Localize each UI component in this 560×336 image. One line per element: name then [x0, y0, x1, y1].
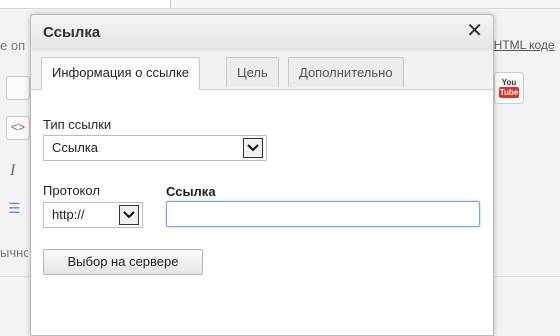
- youtube-button[interactable]: You Tube: [494, 72, 524, 104]
- chevron-down-icon: [243, 138, 263, 158]
- url-label: Ссылка: [166, 184, 216, 199]
- protocol-select[interactable]: http://: [43, 202, 143, 228]
- dialog-title: Ссылка: [43, 24, 101, 41]
- tab-bar: Информация о ссылке Цель Дополнительно: [31, 51, 493, 90]
- youtube-icon: You Tube: [499, 78, 519, 98]
- browse-server-button[interactable]: Выбор на сервере: [43, 249, 203, 275]
- editor-tab[interactable]: [0, 0, 171, 8]
- list-icon[interactable]: ☰: [8, 200, 21, 217]
- link-dialog: Ссылка ✕ Информация о ссылке Цель Дополн…: [30, 14, 494, 336]
- link-type-label: Тип ссылки: [43, 117, 112, 132]
- tab-target[interactable]: Цель: [226, 57, 279, 87]
- protocol-label: Протокол: [43, 183, 100, 198]
- url-input[interactable]: [166, 201, 480, 227]
- toolbar-image-button[interactable]: [6, 76, 30, 100]
- dialog-header[interactable]: Ссылка ✕: [31, 15, 493, 52]
- italic-icon[interactable]: I: [10, 162, 15, 180]
- link-type-select[interactable]: Ссылка: [43, 135, 267, 161]
- link-type-value: Ссылка: [52, 140, 99, 155]
- toolbar-source-button[interactable]: <>: [6, 116, 30, 140]
- chevron-down-icon: [119, 205, 139, 225]
- tab-advanced[interactable]: Дополнительно: [288, 57, 404, 87]
- close-icon[interactable]: ✕: [466, 20, 483, 42]
- editor-source-link[interactable]: ь HTML коде: [484, 38, 555, 52]
- editor-text-fragment: е оп: [0, 38, 26, 53]
- editor-text-fragment-2: ычно: [0, 245, 28, 260]
- code-icon: <>: [11, 120, 26, 134]
- protocol-value: http://: [52, 207, 85, 222]
- tab-link-info[interactable]: Информация о ссылке: [41, 57, 201, 90]
